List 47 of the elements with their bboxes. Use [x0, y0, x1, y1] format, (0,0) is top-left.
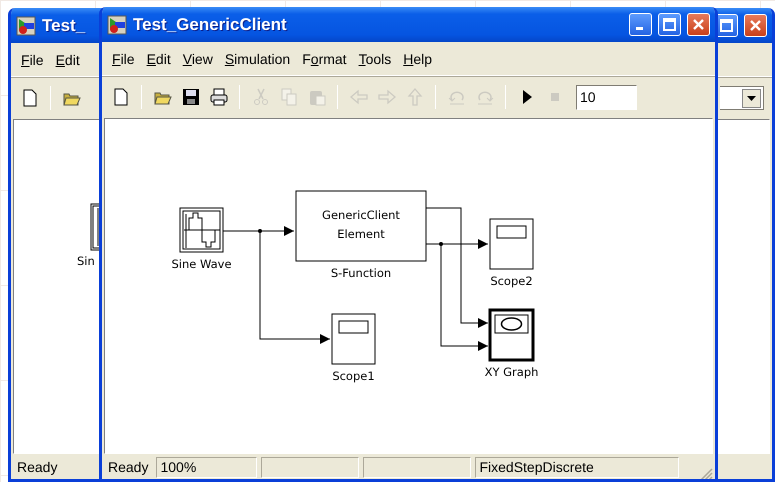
dropdown-caret-icon [742, 88, 761, 108]
menu-item[interactable]: Edit [50, 50, 86, 71]
block-label: Scope1 [332, 369, 375, 383]
scope-block [490, 218, 534, 270]
window-title: Test_ [42, 14, 86, 37]
printer-icon [208, 87, 228, 107]
block-text: GenericClient [322, 208, 400, 222]
menu-item[interactable]: File [15, 50, 50, 71]
block-label: Sin [77, 253, 95, 270]
app-icon [107, 14, 127, 34]
window-title: Test_GenericClient [133, 14, 288, 36]
menu-item[interactable]: View [176, 49, 219, 70]
menu-item[interactable]: Help [397, 49, 438, 70]
block-label: Sine Wave [171, 257, 232, 271]
xy-graph-block [488, 308, 534, 362]
menu-item[interactable]: File [106, 49, 141, 70]
close-button[interactable] [687, 13, 710, 36]
close-icon [749, 19, 762, 32]
close-button[interactable] [744, 14, 767, 37]
sine-wave-block [180, 208, 224, 252]
menu-item[interactable]: Format [296, 49, 353, 70]
copy-icon [278, 87, 298, 107]
minimize-button[interactable] [629, 13, 652, 36]
status-text: Ready [16, 458, 58, 477]
maximize-icon [663, 18, 676, 31]
close-icon [692, 18, 705, 31]
menu-item[interactable]: Tools [352, 49, 398, 70]
left-arrow-icon [348, 87, 368, 107]
block-text: Element [337, 227, 385, 241]
dropdown-field[interactable] [720, 86, 764, 110]
menu-item[interactable]: Edit [140, 49, 177, 70]
block-label: XY Graph [484, 365, 538, 379]
menu-item[interactable]: Simulation [218, 49, 296, 70]
app-icon [16, 16, 36, 36]
stop-time-field[interactable]: 10 [576, 84, 637, 110]
minimize-icon [636, 27, 642, 30]
status-text: Ready [107, 458, 150, 477]
junction-dot [439, 242, 443, 246]
maximize-button[interactable] [658, 13, 681, 36]
block-label: Scope2 [490, 274, 533, 288]
junction-dot [258, 229, 262, 233]
status-text: 100% [156, 457, 258, 478]
block-label: S-Function [330, 266, 392, 280]
right-arrow-icon [376, 87, 396, 107]
scope-block [332, 314, 376, 364]
status-text: FixedStepDiscrete [475, 457, 680, 478]
maximize-icon [720, 19, 733, 32]
